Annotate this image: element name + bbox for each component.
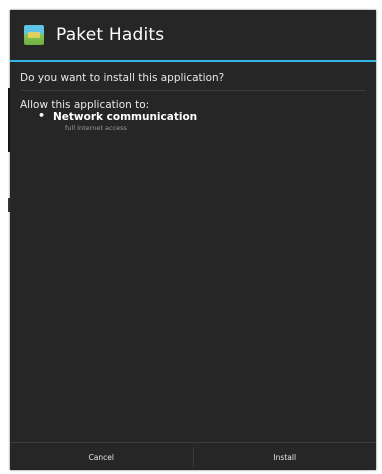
section-divider: [20, 90, 366, 91]
background-edge: [0, 0, 11, 474]
permission-description: full Internet access: [65, 124, 127, 132]
install-button[interactable]: Install: [194, 443, 377, 471]
permission-title: Network communication: [53, 111, 198, 123]
app-icon: [24, 25, 44, 45]
app-name: Paket Hadits: [56, 25, 165, 45]
title-divider: [10, 60, 376, 62]
screen: Paket Hadits Do you want to install this…: [0, 0, 382, 474]
dialog-titlebar: Paket Hadits: [10, 10, 376, 60]
install-question: Do you want to install this application?: [20, 72, 225, 84]
cancel-button[interactable]: Cancel: [10, 443, 193, 471]
dialog-button-bar: Cancel Install: [10, 442, 376, 471]
permission-bullet: •: [38, 109, 46, 122]
install-dialog: Paket Hadits Do you want to install this…: [10, 10, 376, 470]
